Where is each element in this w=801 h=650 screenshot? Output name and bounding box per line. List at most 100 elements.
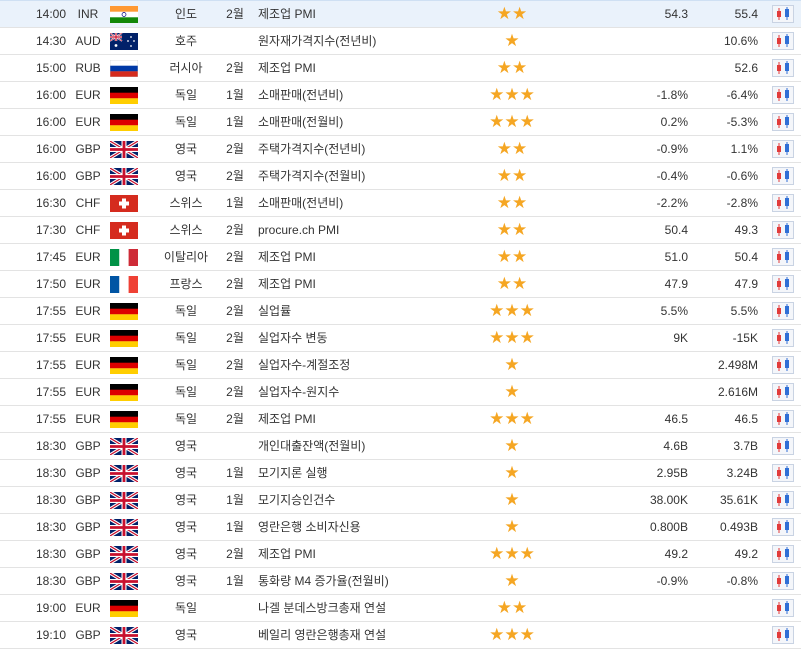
chart-icon[interactable] [772,302,794,320]
event-name[interactable]: 실업률 [258,298,458,324]
chart-icon[interactable] [772,140,794,158]
forecast-value: 1.1% [730,142,758,156]
event-name[interactable]: 제조업 PMI [258,271,458,297]
event-name[interactable]: 제조업 PMI [258,55,458,81]
chart-icon[interactable] [772,410,794,428]
chart-icon[interactable] [772,329,794,347]
currency-code: EUR [75,115,101,129]
currency-code: EUR [75,304,101,318]
event-time: 14:30 [35,34,66,48]
chart-icon[interactable] [772,248,794,266]
table-row[interactable]: 16:00 EUR 독일 1월 소매판매(전월비) ★★★ 0.2% -5.3% [0,109,801,136]
chart-icon[interactable] [772,86,794,104]
event-time: 16:00 [35,115,66,129]
event-time: 17:55 [35,331,66,345]
importance-stars-icon: ★★★ [489,301,535,320]
event-name[interactable]: 나겔 분데스방크총재 연설 [258,595,458,621]
table-row[interactable]: 14:30 AUD 호주 원자재가격지수(전년비) ★ 10.6% [0,28,801,55]
chart-icon[interactable] [772,275,794,293]
event-name[interactable]: 모기지론 실행 [258,460,458,486]
chart-icon[interactable] [772,518,794,536]
event-name[interactable]: 제조업 PMI [258,1,458,27]
table-row[interactable]: 17:50 EUR 프랑스 2월 제조업 PMI ★★ 47.9 47.9 [0,271,801,298]
reference-period [222,28,248,54]
event-name[interactable]: 베일리 영란은행총재 연설 [258,622,458,648]
table-row[interactable]: 18:30 GBP 영국 1월 모기지승인건수 ★ 38.00K 35.61K [0,487,801,514]
chart-icon[interactable] [772,221,794,239]
event-name[interactable]: 소매판매(전년비) [258,190,458,216]
forecast-value: 2.498M [717,358,758,372]
germany-flag-icon [110,384,138,401]
table-row[interactable]: 17:45 EUR 이탈리아 2월 제조업 PMI ★★ 51.0 50.4 [0,244,801,271]
table-row[interactable]: 16:00 EUR 독일 1월 소매판매(전년비) ★★★ -1.8% -6.4% [0,82,801,109]
table-row[interactable]: 19:10 GBP 영국 베일리 영란은행총재 연설 ★★★ [0,622,801,649]
chart-icon[interactable] [772,356,794,374]
reference-period: 2월 [226,358,244,372]
table-row[interactable]: 16:30 CHF 스위스 1월 소매판매(전년비) ★★ -2.2% -2.8% [0,190,801,217]
country-name: 스위스 [169,223,203,237]
reference-period [222,433,248,459]
event-name[interactable]: 제조업 PMI [258,406,458,432]
event-name[interactable]: 영란은행 소비자신용 [258,514,458,540]
event-name[interactable]: procure.ch PMI [258,217,458,243]
event-name[interactable]: 실업자수 변동 [258,325,458,351]
table-row[interactable]: 16:00 GBP 영국 2월 주택가격지수(전년비) ★★ -0.9% 1.1% [0,136,801,163]
event-name[interactable]: 개인대출잔액(전월비) [258,433,458,459]
forecast-value: 55.4 [734,7,758,21]
table-row[interactable]: 17:55 EUR 독일 2월 실업자수-계절조정 ★ 2.498M [0,352,801,379]
chart-icon[interactable] [772,464,794,482]
chart-icon[interactable] [772,383,794,401]
chart-icon[interactable] [772,194,794,212]
event-name[interactable]: 주택가격지수(전년비) [258,136,458,162]
forecast-value: -0.8% [726,574,758,588]
event-name[interactable]: 소매판매(전월비) [258,109,458,135]
chart-icon[interactable] [772,113,794,131]
event-name[interactable]: 제조업 PMI [258,541,458,567]
table-row[interactable]: 17:55 EUR 독일 2월 실업자수 변동 ★★★ 9K -15K [0,325,801,352]
event-name[interactable]: 원자재가격지수(전년비) [258,28,458,54]
table-row[interactable]: 17:55 EUR 독일 2월 실업자수-원지수 ★ 2.616M [0,379,801,406]
chart-icon[interactable] [772,491,794,509]
uk-flag-icon [110,573,138,590]
table-row[interactable]: 18:30 GBP 영국 1월 모기지론 실행 ★ 2.95B 3.24B [0,460,801,487]
table-row[interactable]: 17:55 EUR 독일 2월 제조업 PMI ★★★ 46.5 46.5 [0,406,801,433]
event-name[interactable]: 통화량 M4 증가율(전월비) [258,568,458,594]
table-row[interactable]: 17:30 CHF 스위스 2월 procure.ch PMI ★★ 50.4 49.3 [0,217,801,244]
table-row[interactable]: 19:00 EUR 독일 나겔 분데스방크총재 연설 ★★ [0,595,801,622]
france-flag-icon [110,276,138,293]
event-name[interactable]: 모기지승인건수 [258,487,458,513]
forecast-value: 3.7B [733,439,758,453]
event-name[interactable]: 주택가격지수(전월비) [258,163,458,189]
country-name: 이탈리아 [163,250,209,264]
uk-flag-icon [110,627,138,644]
event-name[interactable]: 실업자수-계절조정 [258,352,458,378]
chart-icon[interactable] [772,32,794,50]
chart-icon[interactable] [772,599,794,617]
table-row[interactable]: 18:30 GBP 영국 1월 통화량 M4 증가율(전월비) ★ -0.9% -0.8% [0,568,801,595]
reference-period: 2월 [226,412,244,426]
chart-icon[interactable] [772,59,794,77]
chart-icon[interactable] [772,626,794,644]
reference-period: 2월 [226,223,244,237]
event-time: 16:00 [35,88,66,102]
table-row[interactable]: 15:00 RUB 러시아 2월 제조업 PMI ★★ 52.6 [0,55,801,82]
currency-code: EUR [75,412,101,426]
event-name[interactable]: 제조업 PMI [258,244,458,270]
event-name[interactable]: 실업자수-원지수 [258,379,458,405]
uk-flag-icon [110,492,138,509]
chart-icon[interactable] [772,5,794,23]
event-name[interactable]: 소매판매(전년비) [258,82,458,108]
currency-code: INR [77,7,99,21]
chart-icon[interactable] [772,572,794,590]
table-row[interactable]: 18:30 GBP 영국 1월 영란은행 소비자신용 ★ 0.800B 0.493B [0,514,801,541]
table-row[interactable]: 17:55 EUR 독일 2월 실업률 ★★★ 5.5% 5.5% [0,298,801,325]
uk-flag-icon [110,546,138,563]
table-row[interactable]: 18:30 GBP 영국 2월 제조업 PMI ★★★ 49.2 49.2 [0,541,801,568]
chart-icon[interactable] [772,437,794,455]
table-row[interactable]: 16:00 GBP 영국 2월 주택가격지수(전월비) ★★ -0.4% -0.6% [0,163,801,190]
country-name: 러시아 [169,61,203,75]
table-row[interactable]: 14:00 INR 인도 2월 제조업 PMI ★★ 54.3 55.4 [0,0,801,28]
table-row[interactable]: 18:30 GBP 영국 개인대출잔액(전월비) ★ 4.6B 3.7B [0,433,801,460]
chart-icon[interactable] [772,545,794,563]
chart-icon[interactable] [772,167,794,185]
